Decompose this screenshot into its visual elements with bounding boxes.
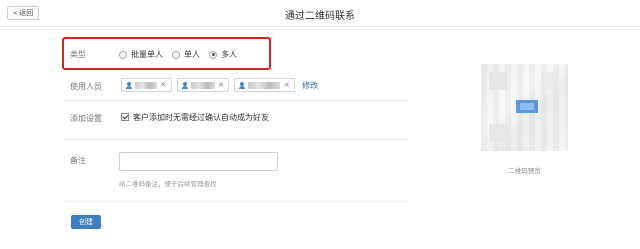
- user-tag: ×: [121, 78, 172, 92]
- qr-pattern: [541, 72, 559, 90]
- radio-label: 批量单人: [131, 50, 163, 59]
- user-icon: [126, 81, 132, 89]
- blurred-name: [135, 81, 157, 89]
- blurred-name: [248, 81, 281, 89]
- page-title: 通过二维码联系: [285, 11, 355, 22]
- radio-option-batch-single[interactable]: 批量单人: [119, 49, 163, 60]
- user-icon: [181, 81, 188, 89]
- divider: [64, 201, 409, 202]
- qr-pattern: [489, 72, 507, 90]
- radio-label: 单人: [184, 50, 200, 59]
- remove-icon[interactable]: ×: [218, 81, 225, 89]
- radio-circle-icon: [119, 50, 127, 59]
- create-button[interactable]: 创建: [71, 215, 101, 229]
- user-icon: [239, 81, 246, 89]
- add-setting-label: 添加设置: [70, 114, 102, 123]
- divider: [64, 100, 409, 101]
- radio-selected-icon: [209, 50, 217, 59]
- type-label: 类型: [70, 50, 86, 59]
- type-radio-group: 批量单人 单人 多人: [119, 49, 237, 60]
- radio-option-multiple[interactable]: 多人: [209, 49, 237, 60]
- auto-friend-text: 客户添加时无需经过确认自动成为好友: [133, 113, 269, 122]
- remark-label: 备注: [70, 156, 86, 165]
- radio-option-single[interactable]: 单人: [172, 49, 200, 60]
- divider: [64, 139, 409, 140]
- remark-hint: 给二维码备注，便于后续管理查找: [119, 180, 217, 188]
- users-label: 使用人员: [70, 82, 102, 91]
- auto-friend-checkbox[interactable]: [121, 113, 129, 121]
- user-tag: ×: [234, 78, 296, 92]
- edit-users-link[interactable]: 修改: [302, 80, 318, 91]
- user-tag: ×: [176, 78, 230, 92]
- radio-label: 多人: [221, 50, 237, 59]
- qr-center-logo: [516, 100, 538, 113]
- user-tags: × × × 修改: [121, 78, 318, 92]
- blurred-name: [190, 81, 215, 89]
- qr-code-preview: [481, 64, 568, 151]
- top-bar: « 返回 通过二维码联系: [0, 0, 640, 27]
- remove-icon[interactable]: ×: [160, 81, 167, 89]
- type-highlight-box: 类型 批量单人 单人 多人: [62, 37, 271, 70]
- radio-circle-icon: [172, 50, 180, 59]
- remove-icon[interactable]: ×: [283, 81, 290, 89]
- remark-input[interactable]: [119, 152, 278, 171]
- qr-preview-label: 二维码预览: [508, 167, 541, 175]
- qr-pattern: [489, 124, 507, 142]
